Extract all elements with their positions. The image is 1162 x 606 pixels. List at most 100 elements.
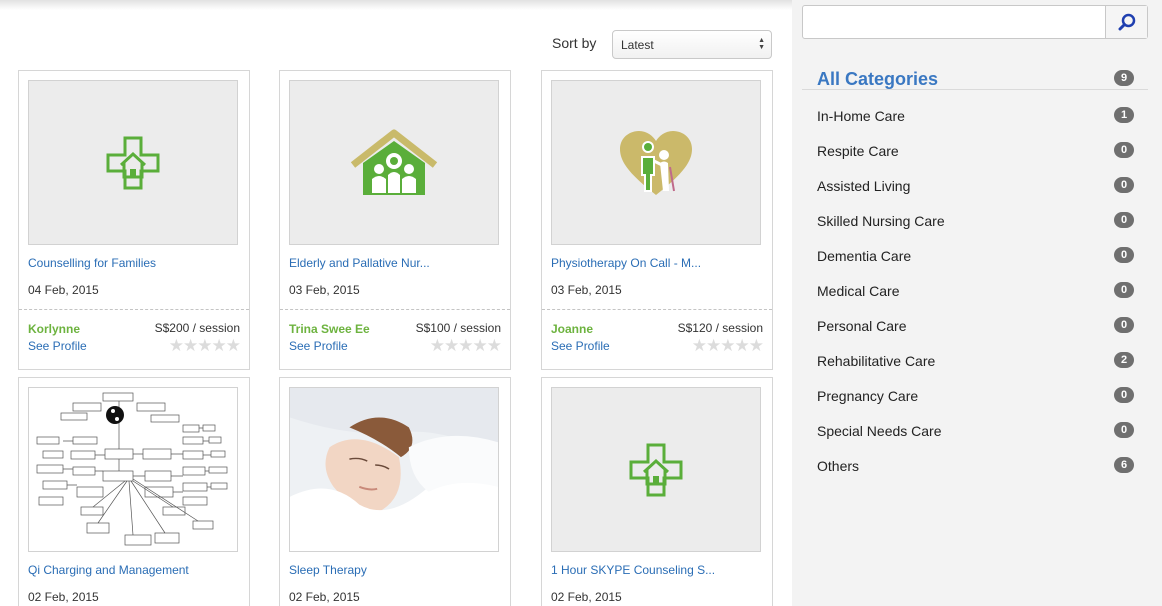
listing-date: 02 Feb, 2015 <box>551 590 622 604</box>
category-item-others[interactable]: Others 6 <box>802 456 1148 478</box>
count-badge: 2 <box>1114 352 1134 368</box>
star-icon[interactable]: ★ <box>183 337 198 354</box>
star-icon[interactable]: ★ <box>212 337 227 354</box>
card-divider <box>280 309 510 310</box>
see-profile-link[interactable]: See Profile <box>551 339 610 353</box>
category-item-pregnancy-care[interactable]: Pregnancy Care 0 <box>802 386 1148 408</box>
listing-thumbnail[interactable] <box>289 387 499 552</box>
star-icon[interactable]: ★ <box>430 337 445 354</box>
star-icon[interactable]: ★ <box>692 337 707 354</box>
listing-title-link[interactable]: Elderly and Pallative Nur... <box>289 256 430 270</box>
category-label[interactable]: Skilled Nursing Care <box>817 213 945 229</box>
category-label[interactable]: Medical Care <box>817 283 899 299</box>
family-home-icon <box>350 129 438 195</box>
listing-date: 03 Feb, 2015 <box>551 283 622 297</box>
star-icon[interactable]: ★ <box>706 337 721 354</box>
category-label[interactable]: Dementia Care <box>817 248 911 264</box>
category-item-rehabilitative-care[interactable]: Rehabilitative Care 2 <box>802 351 1148 373</box>
count-badge: 0 <box>1114 142 1134 158</box>
medical-house-icon <box>629 443 683 496</box>
category-label[interactable]: Special Needs Care <box>817 423 942 439</box>
star-icon[interactable]: ★ <box>444 337 459 354</box>
heart-caregiver-icon <box>620 130 692 195</box>
qi-diagram-image <box>36 392 228 545</box>
listing-card[interactable]: 1 Hour SKYPE Counseling S... 02 Feb, 201… <box>541 377 773 606</box>
category-item-dementia-care[interactable]: Dementia Care 0 <box>802 246 1148 268</box>
star-icon[interactable]: ★ <box>473 337 488 354</box>
category-label[interactable]: Rehabilitative Care <box>817 353 935 369</box>
all-categories-header[interactable]: All Categories 9 <box>802 64 1148 90</box>
listing-thumbnail[interactable] <box>289 80 499 245</box>
see-profile-link[interactable]: See Profile <box>28 339 87 353</box>
category-label[interactable]: Personal Care <box>817 318 907 334</box>
sort-select[interactable]: Latest ▲ ▼ <box>612 30 772 59</box>
listing-price: S$120 / session <box>677 321 763 335</box>
listing-card[interactable]: Counselling for Families 04 Feb, 2015 Ko… <box>18 70 250 370</box>
star-icon[interactable]: ★ <box>735 337 750 354</box>
sleeping-woman-photo <box>290 388 498 551</box>
search-icon <box>1118 13 1135 31</box>
search-button[interactable] <box>1105 6 1147 38</box>
count-badge: 0 <box>1114 212 1134 228</box>
category-label[interactable]: Pregnancy Care <box>817 388 918 404</box>
star-icon[interactable]: ★ <box>720 337 735 354</box>
listing-date: 03 Feb, 2015 <box>289 283 360 297</box>
star-icon[interactable]: ★ <box>749 337 764 354</box>
rating-stars[interactable]: ★★★★★ <box>169 337 241 354</box>
listing-price: S$200 / session <box>154 321 240 335</box>
category-item-assisted-living[interactable]: Assisted Living 0 <box>802 176 1148 198</box>
category-item-special-needs-care[interactable]: Special Needs Care 0 <box>802 421 1148 443</box>
star-icon[interactable]: ★ <box>169 337 184 354</box>
count-badge: 6 <box>1114 457 1134 473</box>
provider-name[interactable]: Korlynne <box>28 322 80 336</box>
provider-name[interactable]: Joanne <box>551 322 593 336</box>
category-label[interactable]: Respite Care <box>817 143 899 159</box>
category-item-personal-care[interactable]: Personal Care 0 <box>802 316 1148 338</box>
listing-card[interactable]: Physiotherapy On Call - M... 03 Feb, 201… <box>541 70 773 370</box>
star-icon[interactable]: ★ <box>458 337 473 354</box>
card-divider <box>19 309 249 310</box>
category-sidebar: All Categories 9 In-Home Care 1 Respite … <box>792 0 1162 606</box>
count-badge: 0 <box>1114 387 1134 403</box>
listing-title-link[interactable]: Sleep Therapy <box>289 563 367 577</box>
provider-name[interactable]: Trina Swee Ee <box>289 322 370 336</box>
count-badge: 0 <box>1114 422 1134 438</box>
search-input[interactable] <box>803 6 1103 38</box>
listing-card[interactable]: Sleep Therapy 02 Feb, 2015 <box>279 377 511 606</box>
listing-card[interactable]: Elderly and Pallative Nur... 03 Feb, 201… <box>279 70 511 370</box>
listing-date: 02 Feb, 2015 <box>289 590 360 604</box>
sort-selected-value: Latest <box>621 38 654 52</box>
count-badge: 1 <box>1114 107 1134 123</box>
star-icon[interactable]: ★ <box>226 337 241 354</box>
all-categories-link[interactable]: All Categories <box>817 69 938 90</box>
category-label[interactable]: In-Home Care <box>817 108 905 124</box>
category-label[interactable]: Others <box>817 458 859 474</box>
category-item-skilled-nursing-care[interactable]: Skilled Nursing Care 0 <box>802 211 1148 233</box>
listing-thumbnail[interactable] <box>28 80 238 245</box>
category-item-in-home-care[interactable]: In-Home Care 1 <box>802 106 1148 128</box>
count-badge: 9 <box>1114 70 1134 86</box>
card-divider <box>542 309 772 310</box>
listing-title-link[interactable]: Physiotherapy On Call - M... <box>551 256 701 270</box>
category-label[interactable]: Assisted Living <box>817 178 910 194</box>
listing-title-link[interactable]: Counselling for Families <box>28 256 156 270</box>
category-item-medical-care[interactable]: Medical Care 0 <box>802 281 1148 303</box>
listing-title-link[interactable]: Qi Charging and Management <box>28 563 189 577</box>
listing-thumbnail[interactable] <box>551 387 761 552</box>
listing-thumbnail[interactable] <box>551 80 761 245</box>
star-icon[interactable]: ★ <box>197 337 212 354</box>
count-badge: 0 <box>1114 247 1134 263</box>
listing-card[interactable]: Qi Charging and Management 02 Feb, 2015 <box>18 377 250 606</box>
medical-house-icon <box>106 136 160 189</box>
rating-stars[interactable]: ★★★★★ <box>692 337 764 354</box>
count-badge: 0 <box>1114 177 1134 193</box>
star-icon[interactable]: ★ <box>487 337 502 354</box>
listing-title-link[interactable]: 1 Hour SKYPE Counseling S... <box>551 563 715 577</box>
listing-thumbnail[interactable] <box>28 387 238 552</box>
rating-stars[interactable]: ★★★★★ <box>430 337 502 354</box>
listing-date: 04 Feb, 2015 <box>28 283 99 297</box>
sort-label: Sort by <box>552 35 597 51</box>
see-profile-link[interactable]: See Profile <box>289 339 348 353</box>
listing-date: 02 Feb, 2015 <box>28 590 99 604</box>
category-item-respite-care[interactable]: Respite Care 0 <box>802 141 1148 163</box>
